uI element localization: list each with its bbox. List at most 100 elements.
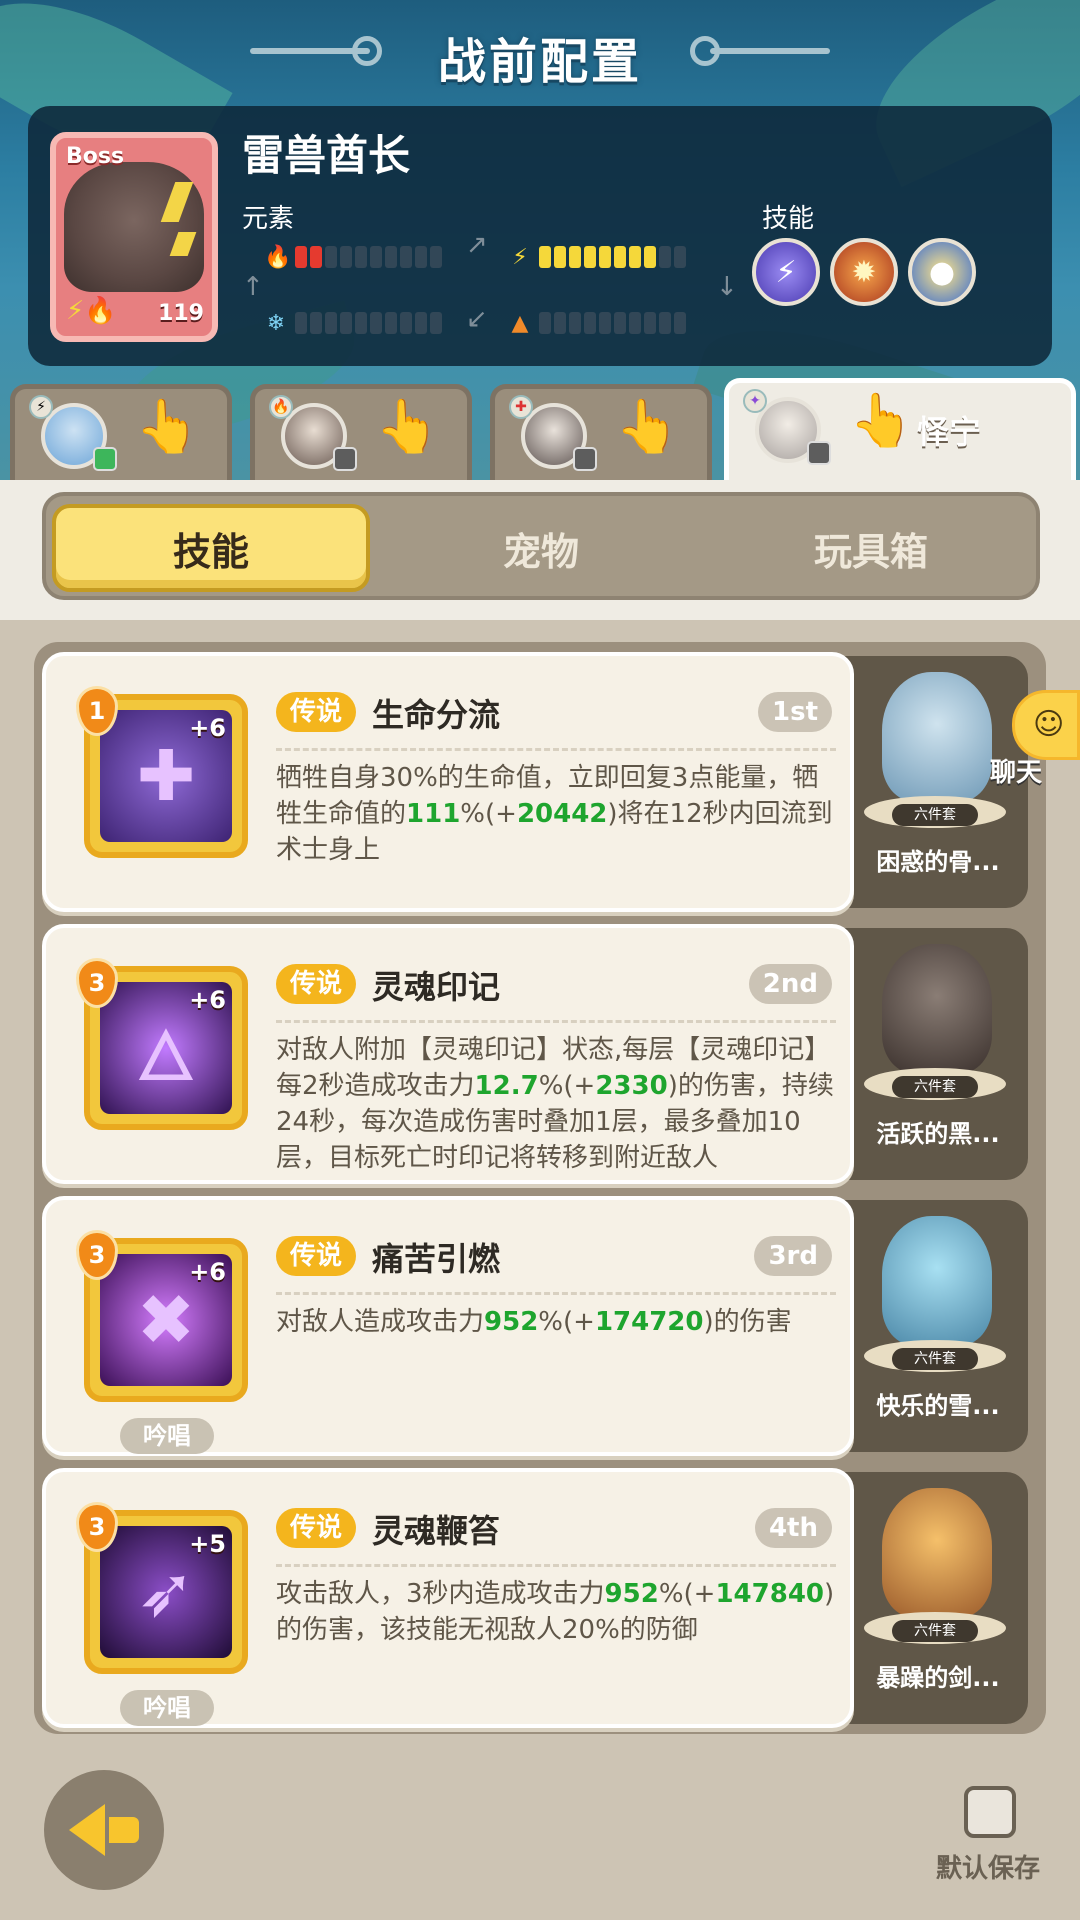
element-bar-segment	[385, 246, 397, 268]
skill-icon-frame[interactable]: ➶ 3 +5	[76, 1502, 248, 1674]
skill-description: 牺牲自身30%的生命值，立即回复3点能量，牺牲生命值的111%(+20442)将…	[276, 760, 842, 868]
element-bar-segment	[539, 312, 551, 334]
pet-slot[interactable]: 六件套 暴躁的剑...	[842, 1472, 1028, 1724]
element-bar-segment	[539, 246, 551, 268]
element-bar-segment	[355, 312, 367, 334]
element-bar-segment	[370, 312, 382, 334]
element-bar-segment	[415, 312, 427, 334]
skill-rank-badge: 4th	[754, 1508, 832, 1548]
element-bar-segment	[415, 246, 427, 268]
cycle-arrow-icon: ↗	[466, 230, 488, 260]
element-bar-segment	[554, 246, 566, 268]
chat-button[interactable]: ☺	[1012, 690, 1080, 760]
element-bar-segment	[340, 246, 352, 268]
highlight-value: 147840	[715, 1579, 825, 1609]
hero-tab-4[interactable]: ✦ 👆 怿宁	[724, 378, 1076, 482]
chant-tag: 吟唱	[120, 1690, 214, 1726]
divider	[276, 1564, 836, 1567]
highlight-value: 111	[406, 799, 461, 829]
element-bar-segment	[295, 246, 307, 268]
boss-tag: Boss	[66, 144, 125, 169]
skill-card[interactable]: ➶ 3 +5 吟唱 传说 灵魂鞭笞 4th 攻击敌人，3秒内造成攻击力952%(…	[42, 1468, 854, 1728]
tap-hand-icon: 👆	[375, 397, 440, 457]
skill-card[interactable]: ✖ 3 +6 吟唱 传说 痛苦引燃 3rd 对敌人造成攻击力952%(+1747…	[42, 1196, 854, 1456]
rarity-badge: 传说	[276, 692, 357, 732]
description-text: 攻击敌人，3秒内造成攻击力	[276, 1579, 605, 1609]
back-arrow-stem	[109, 1817, 139, 1843]
pet-figure	[882, 1488, 992, 1618]
element-bar-segment	[629, 246, 641, 268]
pet-name: 困惑的骨...	[876, 848, 1000, 876]
pet-set-tag: 六件套	[892, 804, 978, 826]
pet-name: 暴躁的剑...	[876, 1664, 1000, 1692]
pet-slot[interactable]: 六件套 活跃的黑...	[842, 928, 1028, 1180]
pet-slot[interactable]: 六件套 快乐的雪...	[842, 1200, 1028, 1452]
element-badge-icon: 🔥	[269, 395, 293, 419]
earth-element-bar: ▲	[508, 308, 713, 338]
back-button[interactable]	[44, 1770, 164, 1890]
highlight-value: 20442	[516, 799, 608, 829]
element-bar-segment	[400, 246, 412, 268]
description-text: %(+	[658, 1579, 716, 1609]
fire-element-bar: 🔥	[264, 242, 469, 272]
skill-rank-badge: 3rd	[754, 1236, 832, 1276]
skill-description: 对敌人造成攻击力952%(+174720)的伤害	[276, 1304, 842, 1340]
bolt-element-bar: ⚡	[508, 242, 713, 272]
element-bar-segment	[355, 246, 367, 268]
hero-tab-3[interactable]: ✚ 👆	[490, 384, 712, 480]
element-bar-segment	[295, 312, 307, 334]
element-badge-icon: ✚	[509, 395, 533, 419]
tab-pets[interactable]: 宠物	[386, 504, 696, 592]
divider	[276, 748, 836, 751]
pet-name: 活跃的黑...	[876, 1120, 1000, 1148]
default-save-checkbox[interactable]	[964, 1786, 1016, 1838]
description-text: )的伤害	[703, 1307, 792, 1337]
skill-icon-frame[interactable]: 🜂 3 +6	[76, 958, 248, 1130]
boss-portrait[interactable]: Boss ⚡🔥 119	[50, 132, 218, 342]
cycle-arrow-icon: ↙	[466, 304, 488, 334]
skill-name: 灵魂鞭笞	[372, 1512, 501, 1550]
skill-icon-frame[interactable]: ✚ 1 +6	[76, 686, 248, 858]
tab-skills[interactable]: 技能	[52, 504, 370, 592]
skill-name: 生命分流	[372, 696, 501, 734]
element-bar-segment	[430, 312, 442, 334]
ice-element-bar: ❄	[264, 308, 469, 338]
skill-row: 六件套 活跃的黑... 🜂 3 +6 传说 灵魂印记 2nd 对敌人附加【灵魂印…	[42, 924, 1032, 1184]
skill-plus-level: +6	[189, 1258, 226, 1286]
skill-icon-frame[interactable]: ✖ 3 +6	[76, 1230, 248, 1402]
back-arrow-icon	[69, 1804, 105, 1856]
highlight-value: 174720	[594, 1307, 704, 1337]
status-icon	[333, 447, 357, 471]
rarity-badge: 传说	[276, 1508, 357, 1548]
pet-figure	[882, 672, 992, 802]
tab-toybox[interactable]: 玩具箱	[712, 504, 1030, 592]
hero-tab-1[interactable]: ⚡ 👆	[10, 384, 232, 480]
fire-claw-skill-icon[interactable]: ✹	[830, 238, 898, 306]
status-icon	[93, 447, 117, 471]
divider	[276, 1292, 836, 1295]
hero-tab-2[interactable]: 🔥 👆	[250, 384, 472, 480]
description-text: 对敌人造成攻击力	[276, 1307, 485, 1337]
element-bar-segment	[554, 312, 566, 334]
pet-set-tag: 六件套	[892, 1348, 978, 1370]
skill-row: 六件套 困惑的骨... ✚ 1 +6 传说 生命分流 1st 牺牲自身30%的生…	[42, 652, 1032, 912]
config-tabs: 技能 宠物 玩具箱	[42, 492, 1040, 600]
earth-icon: ▲	[511, 310, 529, 336]
ice-bird-skill-icon[interactable]: ●	[908, 238, 976, 306]
lightning-skill-icon[interactable]: ⚡	[752, 238, 820, 306]
fire-icon: 🔥	[264, 244, 292, 270]
skill-card[interactable]: ✚ 1 +6 传说 生命分流 1st 牺牲自身30%的生命值，立即回复3点能量，…	[42, 652, 854, 912]
highlight-value: 12.7	[474, 1071, 539, 1101]
skill-description: 对敌人附加【灵魂印记】状态,每层【灵魂印记】每2秒造成攻击力12.7%(+233…	[276, 1032, 842, 1176]
chant-tag: 吟唱	[120, 1418, 214, 1454]
element-bar-segment	[310, 246, 322, 268]
skill-card[interactable]: 🜂 3 +6 传说 灵魂印记 2nd 对敌人附加【灵魂印记】状态,每层【灵魂印记…	[42, 924, 854, 1184]
skills-label: 技能	[762, 204, 815, 234]
hero-name: 怿宁	[917, 413, 982, 451]
tap-hand-icon: 👆	[615, 397, 680, 457]
element-bar-segment	[584, 246, 596, 268]
element-bar-segment	[370, 246, 382, 268]
element-bar-segment	[569, 312, 581, 334]
smiley-icon: ☺	[1033, 707, 1065, 742]
element-bar-segment	[400, 312, 412, 334]
